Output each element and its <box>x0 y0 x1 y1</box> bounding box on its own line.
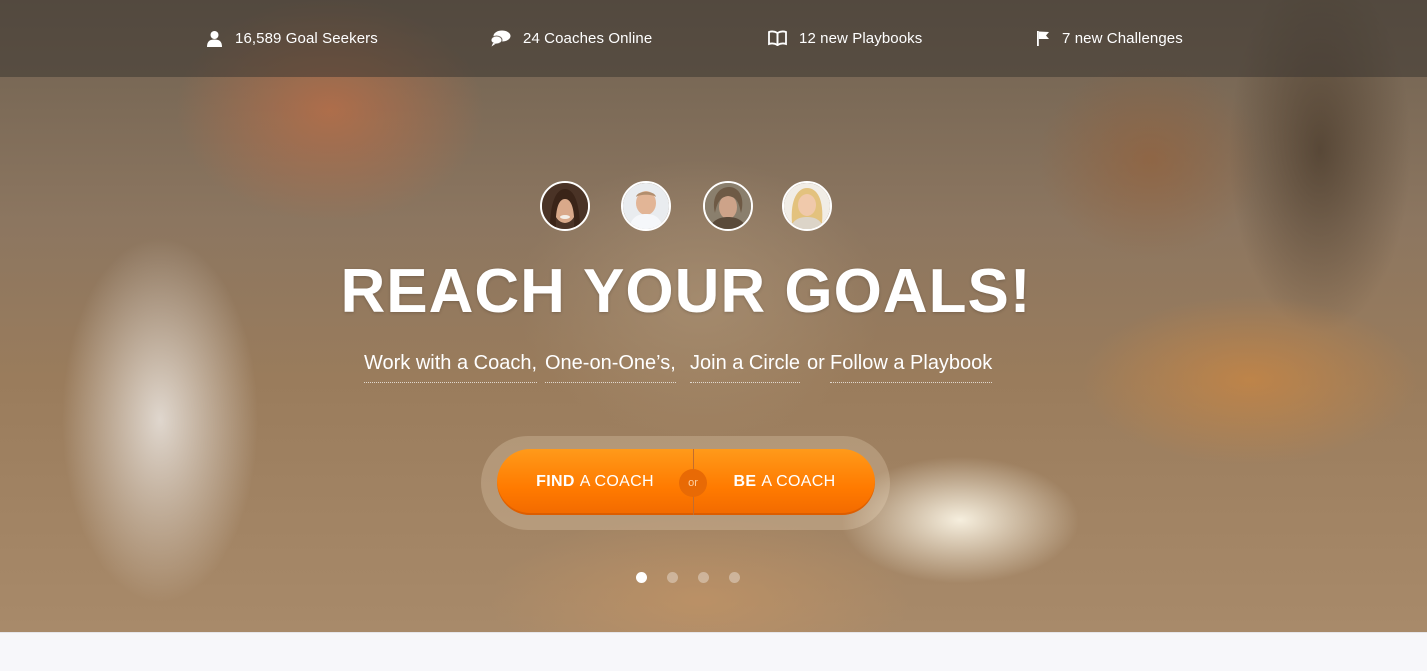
carousel-dot[interactable] <box>667 572 678 583</box>
find-coach-bold: FIND <box>536 473 575 490</box>
cta-or-badge: or <box>679 469 707 497</box>
link-follow-playbook[interactable]: Follow a Playbook <box>830 352 993 383</box>
be-coach-button[interactable]: BE A COACH <box>694 449 875 515</box>
stat-goal-seekers-label: 16,589 Goal Seekers <box>235 29 378 47</box>
coach-avatars <box>540 181 832 233</box>
subtitle-or-text: or <box>807 352 825 374</box>
flag-icon <box>1037 31 1049 46</box>
chat-bubbles-icon <box>490 30 511 46</box>
avatar[interactable] <box>782 181 832 231</box>
stat-coaches-online-label: 24 Coaches Online <box>523 29 653 47</box>
hero-subtitle: Work with a Coach, One-on-One’s, Join a … <box>362 352 1002 388</box>
link-work-with-coach[interactable]: Work with a Coach, <box>364 352 538 383</box>
find-coach-label: A COACH <box>579 473 654 490</box>
link-one-on-one[interactable]: One-on-One’s, <box>545 352 676 383</box>
carousel-dot[interactable] <box>698 572 709 583</box>
stat-new-playbooks: 12 new Playbooks <box>768 27 922 49</box>
page-title: REACH YOUR GOALS! <box>340 257 1032 326</box>
stat-new-playbooks-label: 12 new Playbooks <box>799 29 923 47</box>
stat-new-challenges: 7 new Challenges <box>1036 27 1183 49</box>
carousel-dot[interactable] <box>636 572 647 583</box>
carousel-dot[interactable] <box>729 572 740 583</box>
be-coach-label: A COACH <box>761 473 836 490</box>
link-join-circle[interactable]: Join a Circle <box>690 352 801 383</box>
be-coach-bold: BE <box>733 473 757 490</box>
user-icon <box>207 30 222 47</box>
stat-coaches-online: 24 Coaches Online <box>490 27 652 49</box>
carousel-pagination <box>636 572 746 584</box>
stat-goal-seekers: 16,589 Goal Seekers <box>206 27 378 49</box>
content-section-top <box>0 632 1427 671</box>
avatar[interactable] <box>540 181 590 231</box>
stat-new-challenges-label: 7 new Challenges <box>1062 29 1183 47</box>
find-coach-button[interactable]: FIND A COACH <box>497 449 693 515</box>
avatar[interactable] <box>703 181 753 231</box>
book-icon <box>768 30 787 46</box>
stats-bar: 16,589 Goal Seekers 24 Coaches Online 12… <box>0 0 1427 77</box>
hero-section: 16,589 Goal Seekers 24 Coaches Online 12… <box>0 0 1427 632</box>
avatar[interactable] <box>621 181 671 231</box>
